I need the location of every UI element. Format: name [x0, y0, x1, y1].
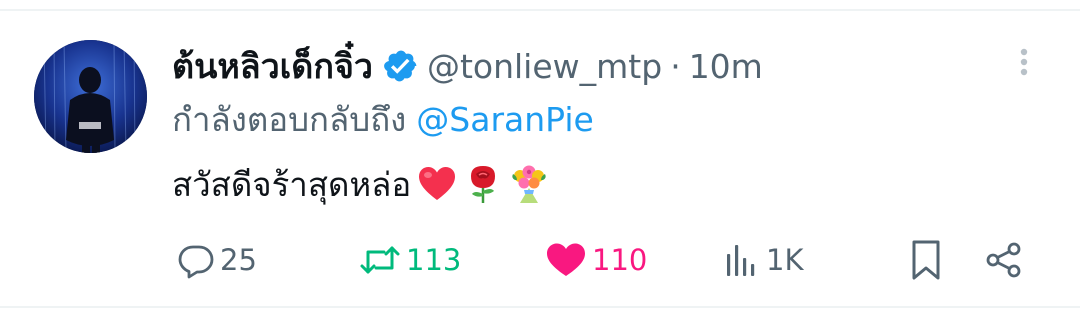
like-count: 110	[592, 243, 648, 277]
tweet-body: สวัสดีจร้าสุดหล่อ	[172, 160, 549, 208]
heart-filled-icon	[547, 243, 585, 276]
share-icon	[986, 242, 1021, 278]
rose-emoji-icon	[463, 164, 503, 204]
display-name[interactable]: ต้นหลิวเด็กจิ๋ว	[172, 39, 373, 93]
tweet-header: ต้นหลิวเด็กจิ๋ว @tonliew_mtp · 10m	[172, 40, 763, 92]
user-handle[interactable]: @tonliew_mtp	[427, 47, 662, 86]
tweet-text: สวัสดีจร้าสุดหล่อ	[172, 164, 412, 204]
red-heart-emoji-icon	[417, 164, 457, 204]
avatar[interactable]	[34, 40, 147, 153]
views-button[interactable]: 1K	[722, 236, 803, 284]
avatar-image	[34, 40, 147, 153]
views-bar-chart-icon	[727, 245, 755, 276]
bookmark-icon	[912, 240, 940, 280]
reply-bubble-icon	[178, 245, 214, 279]
replying-to-label: กำลังตอบกลับถึง	[172, 99, 407, 139]
action-bar: 25 113 110 1K	[0, 236, 1080, 284]
like-button[interactable]: 110	[544, 236, 647, 284]
top-divider	[0, 9, 1080, 11]
bottom-divider	[0, 306, 1080, 308]
separator-dot: ·	[670, 46, 681, 86]
retweet-icon	[360, 246, 400, 274]
replying-to-line: กำลังตอบกลับถึง @SaranPie	[172, 96, 594, 142]
bouquet-emoji-icon	[509, 164, 549, 204]
reply-count: 25	[220, 243, 257, 277]
retweet-count: 113	[406, 243, 462, 277]
retweet-button[interactable]: 113	[358, 236, 461, 284]
timestamp[interactable]: 10m	[689, 47, 763, 86]
verified-badge-icon	[383, 48, 419, 84]
view-count: 1K	[766, 243, 804, 277]
more-vertical-icon	[1020, 48, 1028, 76]
reply-to-handle-link[interactable]: @SaranPie	[416, 100, 594, 139]
share-button[interactable]	[984, 236, 1024, 284]
bookmark-button[interactable]	[906, 236, 946, 284]
reply-button[interactable]: 25	[176, 236, 257, 284]
more-options-button[interactable]	[1006, 44, 1042, 80]
